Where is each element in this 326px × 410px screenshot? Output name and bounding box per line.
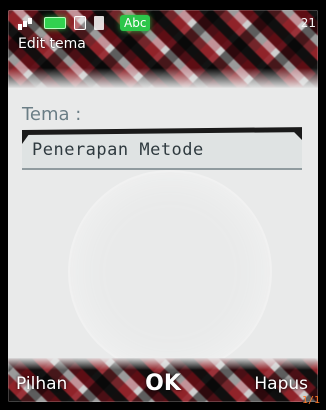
tema-input-value: Penerapan Metode [32,140,204,160]
status-bar: Abc 21 [8,10,318,36]
softkey-ok-button[interactable]: OK [145,371,181,396]
softkey-fade [8,358,318,370]
softkey-bar: Pilhan OK Hapus [8,358,318,402]
input-right-corner [292,130,302,140]
input-mode-indicator: Abc [120,15,151,31]
softkey-options-button[interactable]: Pilhan [16,374,67,394]
tema-input[interactable]: Penerapan Metode [22,127,302,170]
softkey-delete-button[interactable]: Hapus [254,374,308,394]
overlay-page-indicator: 1/1 [301,395,320,406]
memo-icon [94,16,104,30]
battery-icon [44,17,66,29]
phone-frame: Abc 21 Edit tema Tema : Penerapan Metode… [0,0,326,410]
header-banner: Abc 21 Edit tema [8,10,318,88]
sim-icon [74,16,86,30]
input-top-border [22,127,302,135]
phone-screen: Abc 21 Edit tema Tema : Penerapan Metode… [8,10,318,402]
screen-title: Edit tema [18,36,86,52]
field-label-tema: Tema : [22,104,82,125]
background-watermark [68,170,272,374]
signal-icon [18,16,36,30]
character-count: 21 [300,16,316,30]
header-fade [8,68,318,88]
input-left-corner [22,130,32,144]
